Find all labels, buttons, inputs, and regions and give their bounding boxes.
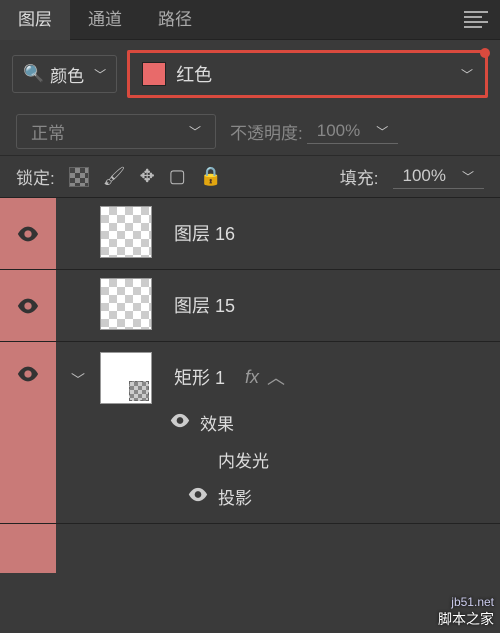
- chevron-down-icon: ﹀: [189, 123, 201, 140]
- layer-row-empty: [0, 523, 500, 573]
- tab-channels[interactable]: 通道: [70, 0, 140, 40]
- lock-row: 锁定: 🖌 ✥ ▢ 🔒 填充: 100% ﹀: [0, 155, 500, 197]
- effects-group[interactable]: 效果: [170, 404, 500, 441]
- opacity-input[interactable]: 100% ﹀: [307, 119, 399, 144]
- layer-name[interactable]: 图层 16: [160, 206, 500, 260]
- lock-transparency-icon[interactable]: [69, 167, 89, 187]
- artboard-icon[interactable]: ▢: [169, 166, 186, 187]
- opacity-value: 100%: [317, 121, 360, 141]
- effect-item[interactable]: 投影: [170, 478, 500, 515]
- layer-thumbnail[interactable]: [100, 352, 152, 404]
- chevron-down-icon: ﹀: [94, 66, 106, 83]
- panel-menu-icon[interactable]: [464, 11, 488, 28]
- fill-input[interactable]: 100% ﹀: [393, 164, 485, 189]
- filter-color-highlight: 红色 ﹀: [127, 50, 488, 98]
- layer-row[interactable]: 图层 15: [0, 269, 500, 341]
- lock-icon[interactable]: 🔒: [200, 166, 222, 187]
- layer-name[interactable]: 矩形 1: [160, 350, 225, 404]
- visibility-eye-icon[interactable]: [170, 413, 190, 433]
- layers-list: 图层 16 图层 15 ﹀ 矩形 1 fx ︿: [0, 197, 500, 573]
- panel-tabs: 图层 通道 路径: [0, 0, 500, 40]
- blend-mode-select[interactable]: 正常 ﹀: [16, 114, 216, 149]
- highlight-dot-icon: [480, 48, 490, 58]
- effect-item[interactable]: 内发光: [170, 441, 500, 478]
- layer-color-tag[interactable]: [0, 342, 56, 523]
- brush-icon[interactable]: 🖌: [103, 166, 126, 187]
- visibility-eye-icon[interactable]: [17, 366, 39, 382]
- filter-color-name: 红色: [176, 61, 212, 87]
- move-icon[interactable]: ✥: [140, 166, 155, 187]
- blend-mode-value: 正常: [31, 119, 65, 144]
- filter-color-select[interactable]: 红色 ﹀: [134, 57, 481, 91]
- visibility-eye-icon[interactable]: [188, 487, 208, 507]
- layers-panel: 图层 通道 路径 🔍 颜色 ﹀ 红色 ﹀ 正常 ﹀ 不透明度: 100%: [0, 0, 500, 573]
- watermark-url: jb51.net: [438, 595, 494, 609]
- visibility-eye-icon[interactable]: [17, 298, 39, 314]
- layer-row[interactable]: 图层 16: [0, 197, 500, 269]
- fill-value: 100%: [403, 166, 446, 186]
- chevron-down-icon: ﹀: [461, 66, 473, 83]
- color-swatch-icon: [142, 62, 166, 86]
- fill-label: 填充:: [340, 164, 379, 189]
- tab-layers[interactable]: 图层: [0, 0, 70, 40]
- filter-row: 🔍 颜色 ﹀ 红色 ﹀: [0, 40, 500, 108]
- effects-label: 效果: [200, 410, 234, 435]
- layer-thumbnail[interactable]: [100, 278, 152, 330]
- layer-name[interactable]: 图层 15: [160, 278, 500, 332]
- effect-name: 投影: [218, 484, 252, 509]
- filter-kind-select[interactable]: 🔍 颜色 ﹀: [12, 55, 117, 93]
- visibility-eye-icon[interactable]: [17, 226, 39, 242]
- lock-label: 锁定:: [16, 164, 55, 189]
- watermark: jb51.net 脚本之家: [438, 595, 494, 629]
- chevron-up-icon[interactable]: ︿: [267, 364, 285, 390]
- expand-toggle[interactable]: ﹀: [56, 342, 100, 523]
- layer-color-tag[interactable]: [0, 198, 56, 269]
- opacity-group: 不透明度: 100% ﹀: [230, 119, 398, 144]
- watermark-name: 脚本之家: [438, 609, 494, 629]
- opacity-label: 不透明度:: [230, 119, 303, 144]
- expand-toggle[interactable]: [56, 270, 100, 341]
- fx-badge: fx: [245, 367, 259, 388]
- tab-paths[interactable]: 路径: [140, 0, 210, 40]
- search-icon: 🔍: [23, 64, 44, 84]
- effect-name: 内发光: [218, 447, 269, 472]
- chevron-down-icon: ﹀: [462, 168, 474, 185]
- layer-color-tag[interactable]: [0, 270, 56, 341]
- layer-row[interactable]: ﹀ 矩形 1 fx ︿ 效果 内发光: [0, 341, 500, 523]
- layer-color-tag: [0, 524, 56, 573]
- expand-toggle[interactable]: [56, 198, 100, 269]
- chevron-down-icon: ﹀: [376, 123, 388, 140]
- blend-opacity-row: 正常 ﹀ 不透明度: 100% ﹀: [0, 108, 500, 155]
- filter-kind-label: 颜色: [50, 62, 84, 87]
- layer-thumbnail[interactable]: [100, 206, 152, 258]
